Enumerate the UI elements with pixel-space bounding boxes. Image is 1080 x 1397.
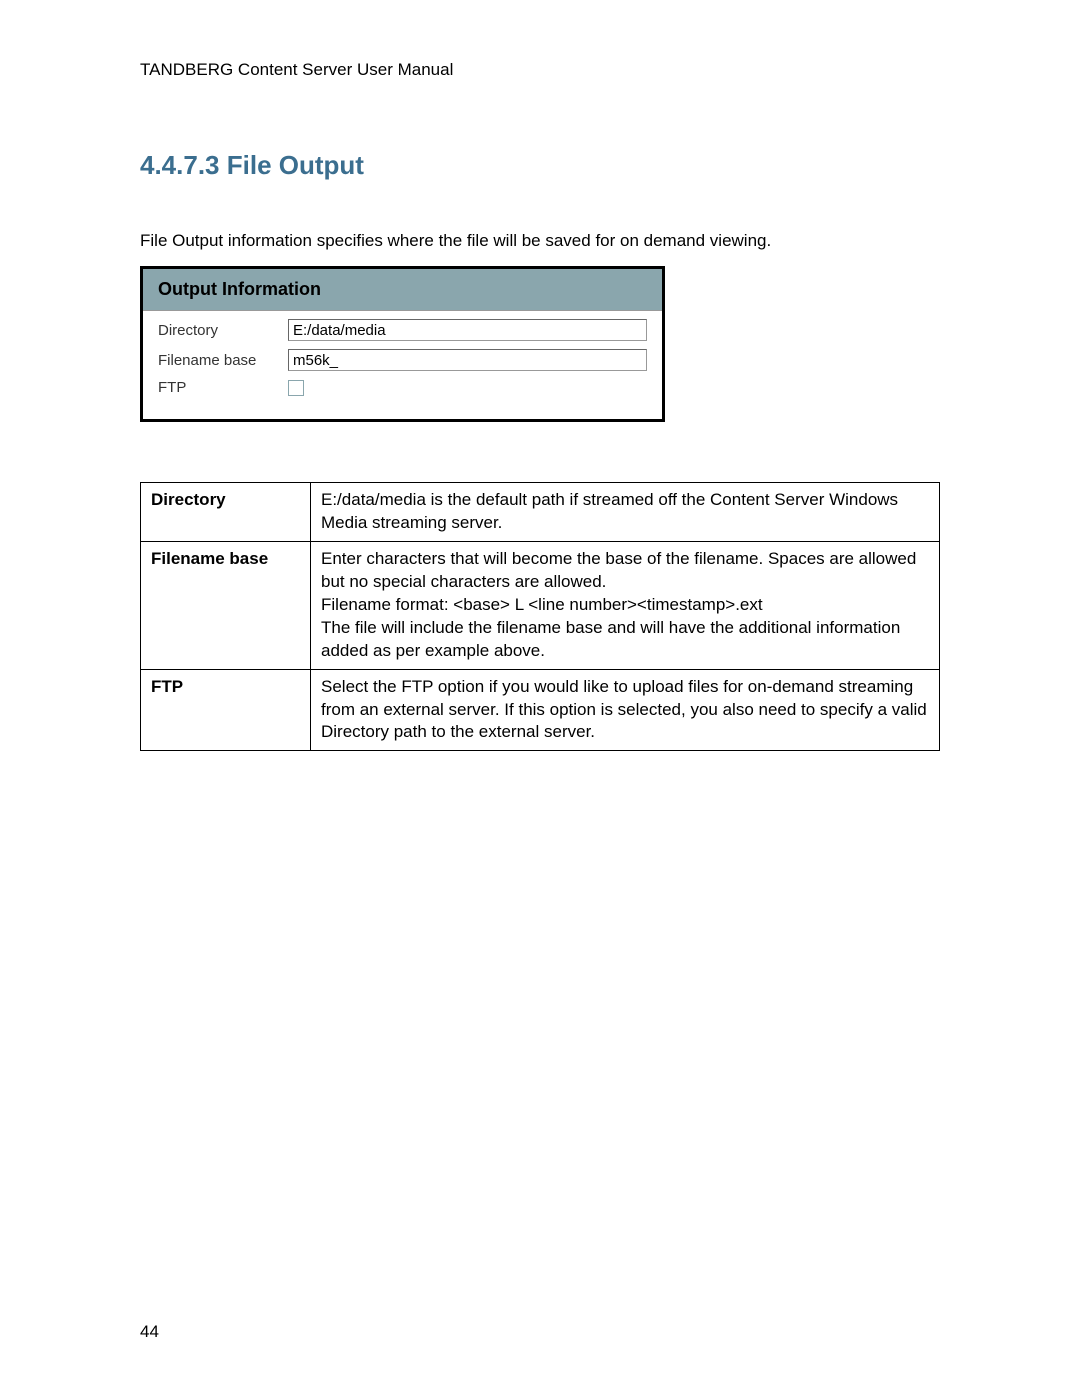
- intro-paragraph: File Output information specifies where …: [140, 231, 940, 251]
- ftp-checkbox[interactable]: [288, 380, 304, 396]
- output-info-screenshot: Output Information Directory Filename ba…: [140, 266, 665, 422]
- filename-label: Filename base: [158, 352, 288, 369]
- manual-header: TANDBERG Content Server User Manual: [140, 60, 940, 80]
- page-number: 44: [140, 1322, 159, 1342]
- section-heading: 4.4.7.3 File Output: [140, 150, 940, 181]
- table-row: Directory E:/data/media is the default p…: [141, 483, 940, 542]
- filename-input[interactable]: [288, 349, 647, 371]
- description-table: Directory E:/data/media is the default p…: [140, 482, 940, 751]
- directory-input[interactable]: [288, 319, 647, 341]
- ftp-label: FTP: [158, 379, 288, 396]
- directory-label: Directory: [158, 322, 288, 339]
- desc-label: Filename base: [141, 541, 311, 669]
- table-row: Filename base Enter characters that will…: [141, 541, 940, 669]
- directory-row: Directory: [158, 319, 647, 341]
- desc-label: FTP: [141, 669, 311, 751]
- desc-label: Directory: [141, 483, 311, 542]
- section-title: File Output: [227, 150, 364, 180]
- section-number: 4.4.7.3: [140, 150, 220, 180]
- desc-text: E:/data/media is the default path if str…: [311, 483, 940, 542]
- form-title: Output Information: [143, 269, 662, 311]
- desc-text: Enter characters that will become the ba…: [311, 541, 940, 669]
- filename-row: Filename base: [158, 349, 647, 371]
- desc-text: Select the FTP option if you would like …: [311, 669, 940, 751]
- ftp-row: FTP: [158, 379, 647, 396]
- table-row: FTP Select the FTP option if you would l…: [141, 669, 940, 751]
